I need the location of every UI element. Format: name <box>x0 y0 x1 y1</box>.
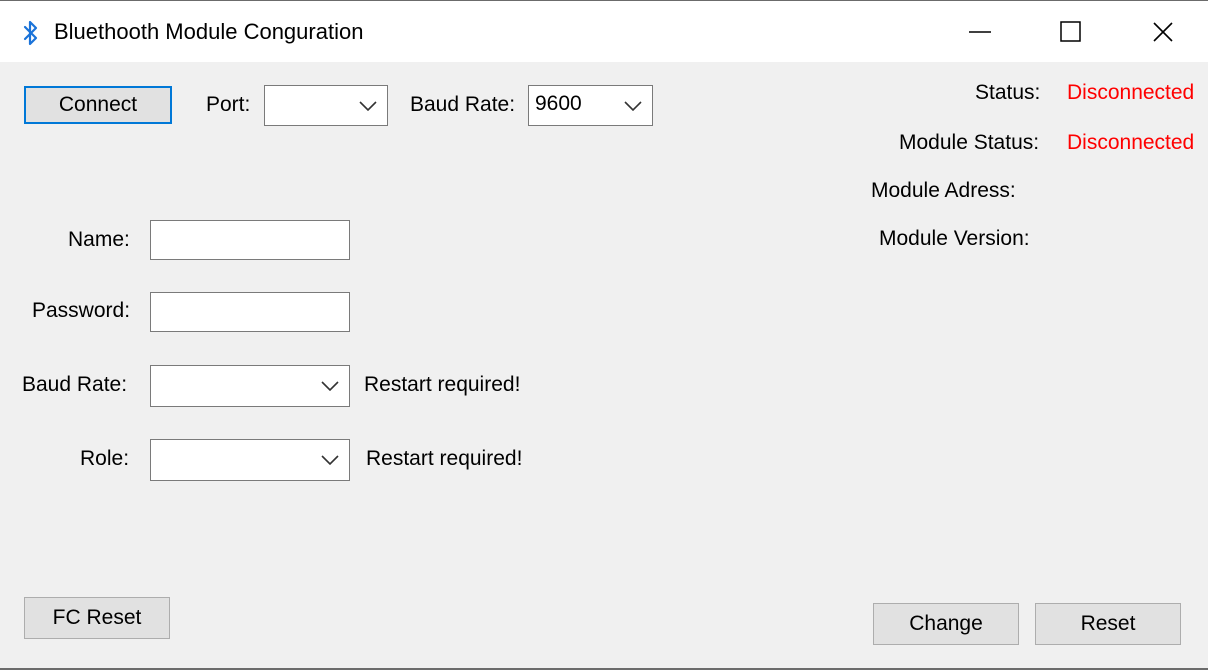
module-status-label: Module Status: <box>899 131 1040 154</box>
window-title: Bluethooth Module Conguration <box>54 19 364 44</box>
close-icon <box>1153 22 1173 42</box>
chevron-down-icon <box>359 101 377 111</box>
maximize-button[interactable] <box>1048 7 1094 57</box>
status-value: Disconnected <box>1067 81 1195 104</box>
minimize-button[interactable] <box>957 7 1003 57</box>
role-select[interactable] <box>150 439 350 481</box>
baud-rate-label: Baud Rate: <box>410 93 516 116</box>
chevron-down-icon <box>321 455 339 465</box>
name-label: Name: <box>68 228 130 251</box>
bluetooth-icon <box>20 19 42 47</box>
baud-rate-value: 9600 <box>535 92 582 115</box>
baud-restart-note: Restart required! <box>364 373 521 396</box>
module-status-value: Disconnected <box>1067 131 1195 154</box>
port-select[interactable] <box>264 85 388 126</box>
password-input[interactable] <box>150 292 350 332</box>
connect-button[interactable]: Connect <box>24 86 172 124</box>
module-version-label: Module Version: <box>879 227 1030 250</box>
module-address-label: Module Adress: <box>871 179 1016 202</box>
minimize-icon <box>969 31 991 33</box>
maximize-icon <box>1060 21 1081 42</box>
module-baud-rate-select[interactable] <box>150 365 350 407</box>
chevron-down-icon <box>624 101 642 111</box>
status-label: Status: <box>975 81 1041 104</box>
fc-reset-button[interactable]: FC Reset <box>24 597 170 639</box>
role-restart-note: Restart required! <box>366 447 523 470</box>
chevron-down-icon <box>321 381 339 391</box>
change-button[interactable]: Change <box>873 603 1019 645</box>
password-label: Password: <box>32 299 131 322</box>
close-button[interactable] <box>1140 7 1186 57</box>
port-label: Port: <box>206 93 251 116</box>
module-baud-rate-label: Baud Rate: <box>22 373 128 396</box>
baud-rate-select[interactable]: 9600 <box>528 85 653 126</box>
role-label: Role: <box>80 447 130 470</box>
title-bar[interactable]: Bluethooth Module Conguration <box>0 0 1208 62</box>
reset-button[interactable]: Reset <box>1035 603 1181 645</box>
name-input[interactable] <box>150 220 350 260</box>
